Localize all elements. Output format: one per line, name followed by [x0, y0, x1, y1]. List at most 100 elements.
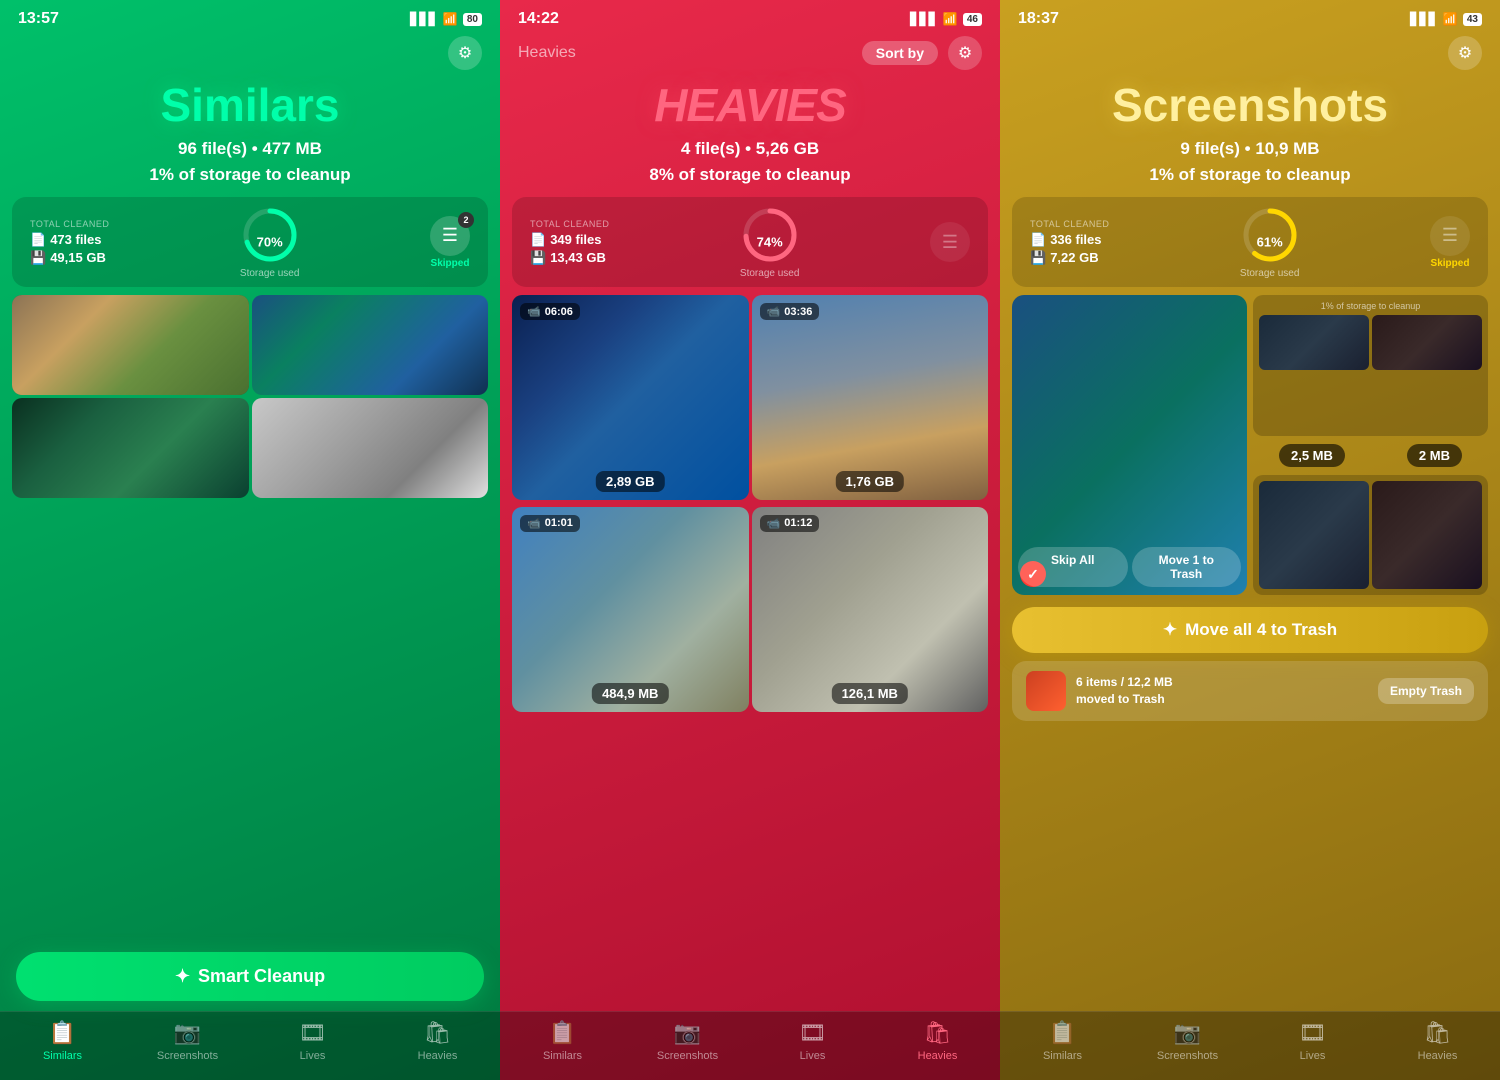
screenshot-main[interactable]: ✓ Skip All Move 1 to Trash — [1012, 295, 1247, 595]
wifi-icon-1: 📶 — [443, 12, 458, 26]
storage-label-1: Storage used — [240, 268, 300, 279]
sub-img-1[interactable] — [1259, 315, 1369, 370]
skip-all-button[interactable]: Skip All — [1018, 547, 1128, 587]
status-time-1: 13:57 — [18, 10, 59, 28]
tab-similars-2[interactable]: 📋 Similars — [500, 1020, 625, 1062]
tab-screenshots-2[interactable]: 📷 Screenshots — [625, 1020, 750, 1062]
skipped-button-1[interactable]: ☰ 2 — [430, 216, 470, 256]
sort-by-button[interactable]: Sort by — [862, 41, 938, 65]
hero-1: Similars 96 file(s) • 477 MB 1% of stora… — [0, 76, 500, 197]
tab-heavies-1[interactable]: 🛍 Heavies — [375, 1020, 500, 1062]
tab-screenshots-3[interactable]: 📷 Screenshots — [1125, 1020, 1250, 1062]
sub-screenshot-panel: 1% of storage to cleanup — [1253, 295, 1488, 436]
signal-icon-3: ▋▋▋ — [1410, 12, 1438, 26]
gear-button-3[interactable]: ⚙ — [1448, 36, 1482, 70]
video-cell-underwater[interactable]: 📹 06:06 2,89 GB — [512, 295, 749, 500]
wifi-icon-3: 📶 — [1443, 12, 1458, 26]
tab-label-screenshots-1: Screenshots — [157, 1050, 218, 1062]
nav-icons-2: Sort by ⚙ — [862, 36, 982, 70]
stats-label-3: TOTAL CLEANED — [1030, 219, 1109, 229]
sub-img-2[interactable] — [1372, 315, 1482, 370]
tab-label-scr-3: Screenshots — [1157, 1050, 1218, 1062]
tab-bar-2: 📋 Similars 📷 Screenshots 🎞 Lives 🛍 Heavi… — [500, 1011, 1000, 1080]
video-cell-cathedral[interactable]: 📹 03:36 1,76 GB — [752, 295, 989, 500]
hero-title-1: Similars — [20, 82, 480, 128]
stats-label-2: TOTAL CLEANED — [530, 219, 609, 229]
tab-heavies-3[interactable]: 🛍 Heavies — [1375, 1020, 1500, 1062]
stats-row-3: TOTAL CLEANED 📄 336 files 💾 7,22 GB 61% … — [1012, 197, 1488, 287]
trash-text: 6 items / 12,2 MB moved to Trash — [1076, 674, 1368, 708]
empty-trash-button[interactable]: Empty Trash — [1378, 678, 1474, 704]
hero-title-3: Screenshots — [1020, 82, 1480, 128]
tab-icon-scr-2: 📷 — [674, 1020, 701, 1046]
tab-label-hev-3: Heavies — [1418, 1050, 1458, 1062]
list-button-2[interactable]: ☰ — [930, 222, 970, 262]
tab-bar-3: 📋 Similars 📷 Screenshots 🎞 Lives 🛍 Heavi… — [1000, 1011, 1500, 1080]
tab-similars-1[interactable]: 📋 Similars — [0, 1020, 125, 1062]
stats-files-3: 📄 336 files — [1030, 232, 1109, 248]
stats-row-1: TOTAL CLEANED 📄 473 files 💾 49,15 GB 70%… — [12, 197, 488, 287]
size-badge-0: 2,89 GB — [596, 471, 664, 492]
sub-grid — [1259, 315, 1482, 370]
nav-title-2: Heavies — [518, 44, 576, 62]
storage-circle-2: 74% Storage used — [740, 205, 800, 279]
hero-sub1-1: 96 file(s) • 477 MB — [20, 136, 480, 162]
app-dialogs — [1253, 475, 1488, 595]
dialog-1[interactable] — [1259, 481, 1369, 589]
dialog-2[interactable] — [1372, 481, 1482, 589]
stats-size-3: 💾 7,22 GB — [1030, 250, 1109, 266]
gear-button-2[interactable]: ⚙ — [948, 36, 982, 70]
skipped-wrap-3: ☰ Skipped — [1430, 216, 1470, 269]
storage-percent-3: 61% — [1257, 235, 1283, 250]
grid-cell-pelican[interactable] — [252, 398, 489, 498]
top-nav-3: ⚙ — [1000, 32, 1500, 76]
tab-screenshots-1[interactable]: 📷 Screenshots — [125, 1020, 250, 1062]
tab-icon-liv-3: 🎞 — [1299, 1020, 1327, 1046]
smart-cleanup-button-1[interactable]: ✦ Smart Cleanup — [16, 952, 484, 1001]
battery-1: 80 — [463, 13, 482, 26]
tab-icon-hev-3: 🛍 — [1424, 1020, 1452, 1046]
grid-cell-windmill[interactable] — [12, 295, 249, 395]
hero-title-2: HEAVIES — [520, 82, 980, 128]
storage-label-2: Storage used — [740, 268, 800, 279]
tab-lives-3[interactable]: 🎞 Lives — [1250, 1020, 1375, 1062]
tab-label-sim-3: Similars — [1043, 1050, 1082, 1062]
tab-lives-2[interactable]: 🎞 Lives — [750, 1020, 875, 1062]
tab-label-sim-2: Similars — [543, 1050, 582, 1062]
hero-3: Screenshots 9 file(s) • 10,9 MB 1% of st… — [1000, 76, 1500, 197]
trash-thumb — [1026, 671, 1066, 711]
hero-2: HEAVIES 4 file(s) • 5,26 GB 8% of storag… — [500, 76, 1000, 197]
tab-similars-3[interactable]: 📋 Similars — [1000, 1020, 1125, 1062]
video-cell-harbor[interactable]: 📹 01:01 484,9 MB — [512, 507, 749, 712]
stats-size-2: 💾 13,43 GB — [530, 250, 609, 266]
tab-lives-1[interactable]: 🎞 Lives — [250, 1020, 375, 1062]
dialog-grid — [1259, 481, 1482, 589]
gear-button-1[interactable]: ⚙ — [448, 36, 482, 70]
grid-cell-fish1[interactable] — [252, 295, 489, 395]
tab-label-scr-2: Screenshots — [657, 1050, 718, 1062]
panel-similars: 13:57 ▋▋▋ 📶 80 ⚙ Similars 96 file(s) • 4… — [0, 0, 500, 1080]
tab-icon-lives-1: 🎞 — [299, 1020, 327, 1046]
screenshot-right: 1% of storage to cleanup 2,5 MB 2 MB — [1253, 295, 1488, 595]
skipped-button-3[interactable]: ☰ — [1430, 216, 1470, 256]
top-nav-2: Heavies Sort by ⚙ — [500, 32, 1000, 76]
move-to-trash-button[interactable]: Move 1 to Trash — [1132, 547, 1242, 587]
smart-btn-label-1: Smart Cleanup — [198, 966, 325, 987]
grid-cell-coral[interactable] — [12, 398, 249, 498]
image-grid-1 — [12, 295, 488, 495]
battery-2: 46 — [963, 13, 982, 26]
tab-icon-sim-2: 📋 — [549, 1020, 576, 1046]
tab-icon-screenshots-1: 📷 — [174, 1020, 201, 1046]
video-badge-2: 📹 01:01 — [520, 515, 580, 532]
video-cell-fog[interactable]: 📹 01:12 126,1 MB — [752, 507, 989, 712]
hero-sub2-1: 1% of storage to cleanup — [20, 162, 480, 188]
tab-label-hev-2: Heavies — [918, 1050, 958, 1062]
size-badge-2: 484,9 MB — [592, 683, 668, 704]
tab-label-liv-2: Lives — [800, 1050, 826, 1062]
hero-sub2-3: 1% of storage to cleanup — [1020, 162, 1480, 188]
panel-screenshots: 18:37 ▋▋▋ 📶 43 ⚙ Screenshots 9 file(s) •… — [1000, 0, 1500, 1080]
move-all-to-trash-button[interactable]: ✦ Move all 4 to Trash — [1012, 607, 1488, 653]
tab-heavies-2[interactable]: 🛍 Heavies — [875, 1020, 1000, 1062]
stats-files-1: 📄 473 files — [30, 232, 109, 248]
tab-bar-1: 📋 Similars 📷 Screenshots 🎞 Lives 🛍 Heavi… — [0, 1011, 500, 1080]
